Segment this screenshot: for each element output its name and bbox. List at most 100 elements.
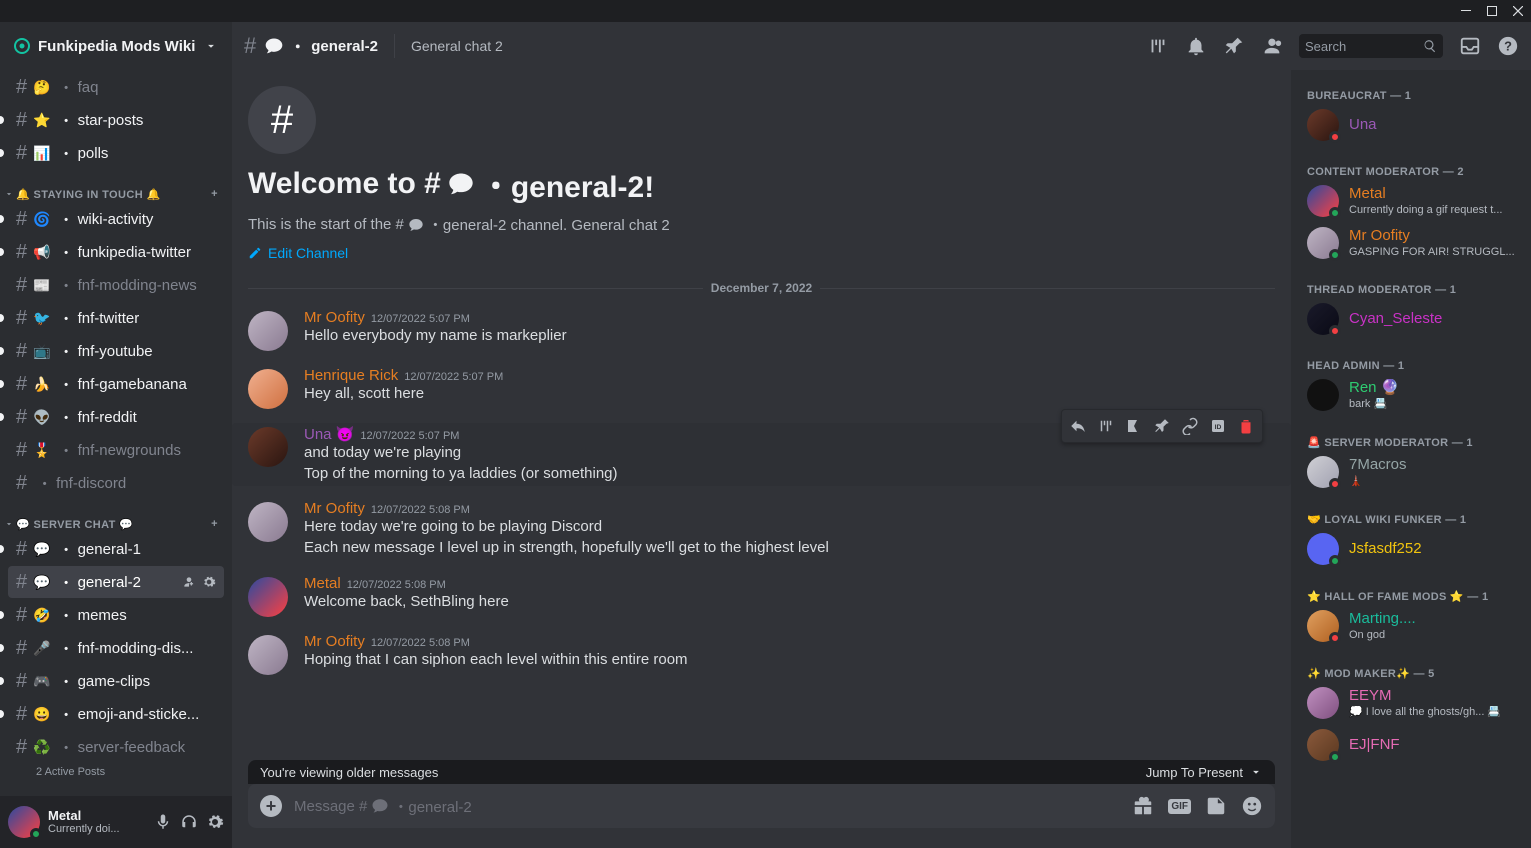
message-avatar[interactable] <box>248 369 288 409</box>
older-messages-bar[interactable]: You're viewing older messages Jump To Pr… <box>248 760 1275 784</box>
channel-item-general-1[interactable]: #💬・general-1 <box>8 533 224 565</box>
channel-item-game-clips[interactable]: #🎮・game-clips <box>8 665 224 697</box>
pinned-icon[interactable] <box>1223 35 1245 57</box>
member-item[interactable]: Mr OofityGASPING FOR AIR! STRUGGL... <box>1299 222 1523 264</box>
members-icon[interactable] <box>1261 35 1283 57</box>
channel-item-fnf-twitter[interactable]: #🐦・fnf-twitter <box>8 302 224 334</box>
message-author[interactable]: Henrique Rick <box>304 367 398 384</box>
member-name: EJ|FNF <box>1349 736 1400 755</box>
self-status: Currently doi... <box>48 823 146 836</box>
thread-icon[interactable] <box>1092 412 1120 440</box>
member-item[interactable]: MetalCurrently doing a gif request t... <box>1299 180 1523 222</box>
channel-item-fnf-reddit[interactable]: #👽・fnf-reddit <box>8 401 224 433</box>
channel-item-server-feedback[interactable]: #♻️・server-feedback <box>8 731 224 763</box>
mark-unread-icon[interactable] <box>1120 412 1148 440</box>
speech-icon <box>371 797 389 815</box>
message-avatar[interactable] <box>248 427 288 467</box>
gift-icon[interactable] <box>1132 795 1154 817</box>
member-item[interactable]: Ren 🔮bark 📇 <box>1299 374 1523 416</box>
message-author[interactable]: Mr Oofity <box>304 309 365 326</box>
search-input[interactable]: Search <box>1299 34 1443 58</box>
reply-icon[interactable] <box>1064 412 1092 440</box>
invite-icon[interactable] <box>182 575 196 589</box>
hash-icon: # <box>16 76 27 99</box>
add-channel-button[interactable]: + <box>211 188 224 200</box>
member-avatar <box>1307 379 1339 411</box>
member-avatar <box>1307 227 1339 259</box>
member-item[interactable]: EEYM💭 I love all the ghosts/gh... 📇 <box>1299 682 1523 724</box>
member-avatar <box>1307 610 1339 642</box>
member-item[interactable]: 7Macros🗼 <box>1299 451 1523 493</box>
member-item[interactable]: Jsfasdf252 <box>1299 528 1523 570</box>
category-header[interactable]: 🔔 STAYING IN TOUCH 🔔+ <box>0 170 232 202</box>
message-avatar[interactable] <box>248 311 288 351</box>
channel-item-general-2[interactable]: #💬・general-2 <box>8 566 224 598</box>
hash-icon: # <box>16 208 27 231</box>
channel-item-fnf-modding-dis...[interactable]: #🎤・fnf-modding-dis... <box>8 632 224 664</box>
member-item[interactable]: Marting....On god <box>1299 605 1523 647</box>
minimize-icon[interactable] <box>1461 6 1471 16</box>
close-icon[interactable] <box>1513 6 1523 16</box>
attach-button[interactable]: + <box>260 795 282 817</box>
self-avatar[interactable] <box>8 806 40 838</box>
settings-icon[interactable] <box>206 813 224 831</box>
mute-icon[interactable] <box>154 813 172 831</box>
hash-icon: # <box>244 33 256 59</box>
help-icon[interactable]: ? <box>1497 35 1519 57</box>
member-item[interactable]: Cyan_Seleste <box>1299 298 1523 340</box>
message-author[interactable]: Mr Oofity <box>304 633 365 650</box>
threads-icon[interactable] <box>1147 35 1169 57</box>
message-author[interactable]: Una <box>304 426 332 443</box>
add-channel-button[interactable]: + <box>211 518 224 530</box>
channel-item-fnf-newgrounds[interactable]: #🎖️・fnf-newgrounds <box>8 434 224 466</box>
channel-item-faq[interactable]: #🤔・faq <box>8 71 224 103</box>
message-timestamp: 12/07/2022 5:08 PM <box>371 637 470 649</box>
channel-name: fnf-newgrounds <box>78 442 181 459</box>
emoji-icon[interactable] <box>1241 795 1263 817</box>
gear-icon[interactable] <box>202 575 216 589</box>
hash-icon: # <box>16 472 27 495</box>
channel-item-emoji-and-sticke...[interactable]: #😀・emoji-and-sticke... <box>8 698 224 730</box>
edit-channel-link[interactable]: Edit Channel <box>248 245 348 261</box>
message-author[interactable]: Mr Oofity <box>304 500 365 517</box>
channel-item-wiki-activity[interactable]: #🌀・wiki-activity <box>8 203 224 235</box>
copy-id-icon[interactable]: ID <box>1204 412 1232 440</box>
sticker-icon[interactable] <box>1205 795 1227 817</box>
gif-button[interactable]: GIF <box>1168 799 1191 814</box>
message: Mr Oofity12/07/2022 5:07 PMHello everybo… <box>248 307 1275 353</box>
category-header[interactable]: 💬 SERVER CHAT 💬+ <box>0 500 232 532</box>
channel-item-funkipedia-twitter[interactable]: #📢・funkipedia-twitter <box>8 236 224 268</box>
message-avatar[interactable] <box>248 635 288 675</box>
channel-item-star-posts[interactable]: #⭐・star-posts <box>8 104 224 136</box>
channel-item-fnf-modding-news[interactable]: #📰・fnf-modding-news <box>8 269 224 301</box>
delete-icon[interactable] <box>1232 412 1260 440</box>
channel-item-fnf-youtube[interactable]: #📺・fnf-youtube <box>8 335 224 367</box>
member-item[interactable]: Una <box>1299 104 1523 146</box>
maximize-icon[interactable] <box>1487 6 1497 16</box>
channel-item-polls[interactable]: #📊・polls <box>8 137 224 169</box>
channel-title: ・general-2 <box>264 36 378 57</box>
channel-topic: General chat 2 <box>411 38 503 54</box>
link-icon[interactable] <box>1176 412 1204 440</box>
message-input[interactable]: + Message # ・general-2 GIF <box>248 784 1275 828</box>
channel-item-fnf-discord[interactable]: #・fnf-discord <box>8 467 224 499</box>
member-item[interactable]: EJ|FNF <box>1299 724 1523 766</box>
notifications-icon[interactable] <box>1185 35 1207 57</box>
pin-icon[interactable] <box>1148 412 1176 440</box>
deafen-icon[interactable] <box>180 813 198 831</box>
channel-item-fnf-gamebanana[interactable]: #🍌・fnf-gamebanana <box>8 368 224 400</box>
channel-sidebar: #🤔・faq#⭐・star-posts#📊・polls🔔 STAYING IN … <box>0 70 232 848</box>
server-name: Funkipedia Mods Wiki <box>38 38 195 55</box>
message-avatar[interactable] <box>248 502 288 542</box>
channel-item-memes[interactable]: #🤣・memes <box>8 599 224 631</box>
inbox-icon[interactable] <box>1459 35 1481 57</box>
channel-name: fnf-gamebanana <box>78 376 187 393</box>
pencil-icon <box>248 246 262 260</box>
channel-name: fnf-modding-news <box>78 277 197 294</box>
server-header[interactable]: Funkipedia Mods Wiki <box>0 22 232 70</box>
message-avatar[interactable] <box>248 577 288 617</box>
message: Una 😈12/07/2022 5:07 PMand today we're p… <box>232 423 1291 486</box>
message-author[interactable]: Metal <box>304 575 341 592</box>
message: Metal12/07/2022 5:08 PMWelcome back, Set… <box>248 573 1275 619</box>
role-header: THREAD MODERATOR — 1 <box>1299 264 1523 298</box>
